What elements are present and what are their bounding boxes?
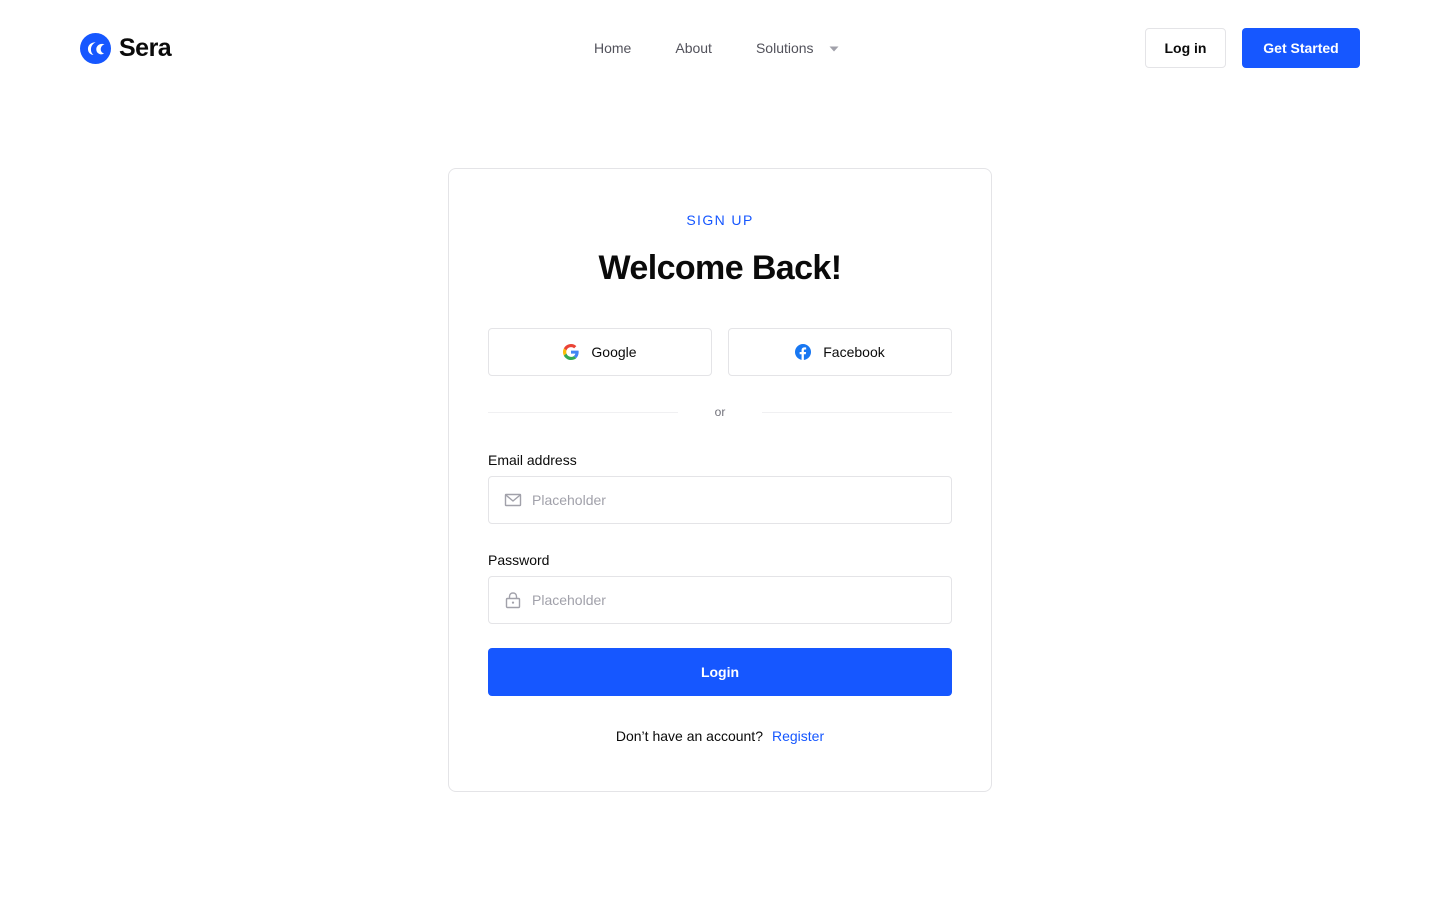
facebook-label: Facebook [823,344,885,360]
facebook-signin-button[interactable]: Facebook [728,328,952,376]
google-signin-button[interactable]: Google [488,328,712,376]
nav-solutions[interactable]: Solutions [756,38,814,58]
header-login-button[interactable]: Log in [1145,28,1226,68]
nav-solutions-dropdown[interactable]: Solutions [756,38,839,58]
email-input[interactable] [532,478,951,522]
sera-logo-icon [80,32,111,64]
login-submit-button[interactable]: Login [488,648,952,696]
register-prompt: Don’t have an account? Register [449,726,991,746]
page-title: Welcome Back! [598,249,843,287]
google-label: Google [591,344,637,360]
google-icon [563,344,580,360]
email-field-wrapper[interactable] [488,476,952,524]
brand-name: Sera [119,33,172,62]
facebook-icon [795,344,812,360]
or-divider: or [488,403,952,421]
nav-home[interactable]: Home [594,38,631,58]
top-navbar: Sera Home About Solutions Log in Get Sta… [0,0,1440,96]
password-input[interactable] [532,578,951,622]
main-nav: Home About Solutions [594,38,839,58]
password-label: Password [488,552,550,568]
email-label: Email address [488,452,577,468]
lock-icon [505,592,521,609]
register-link[interactable]: Register [772,728,824,744]
mail-icon [504,493,522,507]
card-eyebrow: SIGN UP [686,212,754,228]
divider-line-right [762,412,952,413]
register-prompt-text: Don’t have an account? [615,728,763,744]
get-started-button[interactable]: Get Started [1242,28,1360,68]
brand-logo-link[interactable]: Sera [80,32,172,64]
nav-about[interactable]: About [675,38,712,58]
login-card: SIGN UP Welcome Back! Google Facebook or… [448,168,992,792]
password-field-wrapper[interactable] [488,576,952,624]
chevron-down-icon[interactable] [829,46,839,52]
